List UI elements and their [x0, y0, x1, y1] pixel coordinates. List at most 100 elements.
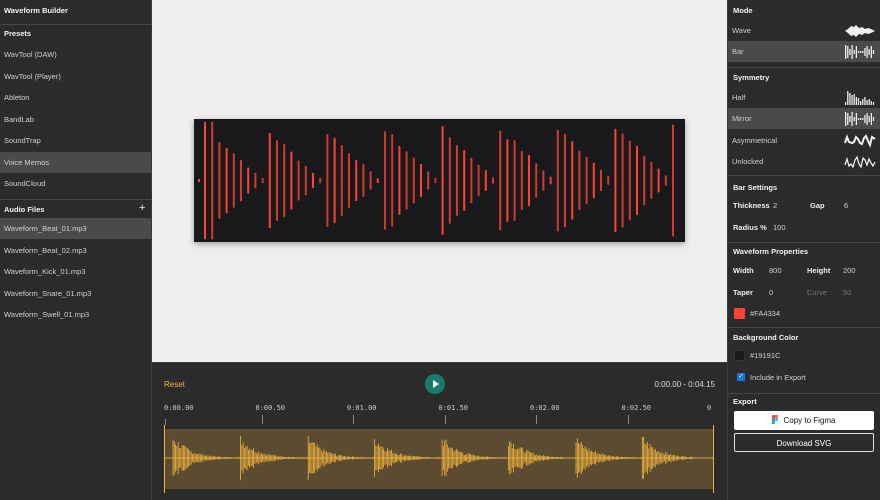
preset-item[interactable]: SoundTrap	[0, 130, 151, 151]
divider	[0, 24, 151, 25]
symmetry-half[interactable]: Half	[728, 87, 880, 108]
selection-start-handle[interactable]	[164, 425, 165, 493]
waveform-bar	[571, 141, 574, 220]
include-in-export-label: Include in Export	[750, 373, 806, 382]
preset-item[interactable]: WavTool (Player)	[0, 66, 151, 87]
background-color-value[interactable]: #19191C	[750, 351, 780, 360]
divider	[728, 242, 880, 243]
waveform-bar	[261, 177, 264, 184]
waveform-bar	[218, 141, 221, 220]
preset-item[interactable]: WavTool (DAW)	[0, 44, 151, 65]
waveform-bar	[369, 171, 372, 190]
waveform-bar	[657, 168, 660, 193]
waveform-bar	[434, 177, 437, 184]
thickness-input[interactable]: 2	[773, 201, 777, 210]
timeline-tick-label: 0:01.00	[347, 404, 377, 412]
audio-file-item[interactable]: Waveform_Kick_01.mp3	[0, 261, 151, 282]
gap-label: Gap	[810, 201, 825, 210]
download-svg-button[interactable]: Download SVG	[734, 433, 874, 452]
waveform-bar	[348, 153, 350, 208]
waveform-bar	[398, 145, 401, 216]
background-color-swatch[interactable]	[734, 350, 745, 361]
waveform-bar	[405, 151, 408, 210]
audio-file-item[interactable]: Waveform_Snare_01.mp3	[0, 283, 151, 304]
waveform-bar	[664, 175, 667, 186]
height-input[interactable]: 200	[843, 266, 856, 275]
waveform-bar	[520, 150, 523, 211]
width-label: Width	[733, 266, 754, 275]
waveform-bar	[333, 137, 336, 224]
mode-wave[interactable]: Wave	[728, 20, 880, 41]
waveform-bar	[268, 132, 271, 229]
waveform-bar	[448, 137, 451, 224]
radius-label: Radius %	[733, 223, 767, 232]
waveform-bar	[232, 153, 235, 208]
waveform-bar	[650, 161, 653, 200]
waveform-bar	[427, 171, 430, 190]
include-in-export-checkbox[interactable]: ✓	[737, 373, 745, 381]
symmetry-unlocked[interactable]: Unlocked	[728, 151, 880, 172]
width-input[interactable]: 800	[769, 266, 782, 275]
waveform-bar	[204, 121, 206, 240]
waveform-bar	[506, 139, 509, 222]
audio-files-header: Audio Files	[4, 205, 45, 214]
background-color-header: Background Color	[733, 333, 799, 342]
curve-input: 50	[843, 288, 852, 297]
preset-item[interactable]: Voice Memos	[0, 151, 151, 173]
waveform-bar	[549, 176, 552, 185]
unlocked-icon	[844, 155, 876, 169]
preset-item[interactable]: BandLab	[0, 109, 151, 130]
waveform-bar	[283, 143, 286, 218]
left-sidebar: Waveform Builder Presets WavTool (DAW) Wa…	[0, 0, 152, 500]
waveform-color-value[interactable]: #FA4334	[750, 309, 780, 318]
waveform-color-swatch[interactable]	[734, 308, 745, 319]
symmetry-mirror[interactable]: Mirror	[728, 108, 880, 129]
figma-icon	[772, 415, 779, 424]
play-button[interactable]	[425, 374, 445, 394]
symmetry-asymmetrical[interactable]: Asymmetrical	[728, 130, 880, 151]
waveform-bar	[542, 170, 545, 191]
timeline-tick	[165, 419, 166, 425]
waveform-bar	[362, 163, 365, 198]
half-symmetry-icon	[845, 91, 875, 105]
waveform-bar	[578, 150, 581, 211]
timeline-waveform[interactable]	[165, 429, 714, 489]
timeline-tick	[444, 415, 446, 424]
timeline-waveform-graphic	[165, 435, 714, 481]
timeline-tick-label: 0:00.50	[255, 404, 286, 412]
waveform-bar	[355, 159, 358, 202]
selection-end-handle[interactable]	[713, 425, 714, 493]
divider	[0, 199, 151, 200]
waveform-bar	[319, 177, 322, 184]
waveform-bar	[535, 163, 538, 198]
audio-file-item[interactable]: Waveform_Beat_02.mp3	[0, 240, 151, 261]
waveform-bar	[556, 129, 559, 232]
waveform-bar	[592, 162, 595, 199]
taper-input[interactable]: 0	[769, 288, 773, 297]
bar-mode-icon	[845, 45, 875, 59]
preset-item[interactable]: Ableton	[0, 87, 151, 108]
waveform-bar	[211, 121, 214, 240]
export-header: Export	[733, 397, 757, 406]
reset-button[interactable]: Reset	[164, 380, 185, 389]
waveform-bar	[672, 124, 674, 237]
waveform-bar	[621, 133, 624, 228]
preset-item[interactable]: SoundCloud	[0, 173, 151, 194]
mode-bar[interactable]: Bar	[728, 41, 880, 62]
bar-settings-header: Bar Settings	[733, 183, 778, 192]
gap-input[interactable]: 6	[844, 201, 848, 210]
divider	[728, 67, 880, 68]
symmetry-half-label: Half	[732, 93, 746, 102]
radius-input[interactable]: 100	[773, 223, 786, 232]
audio-file-item[interactable]: Waveform_Beat_01.mp3	[0, 218, 151, 239]
waveform-bar	[290, 151, 293, 210]
timeline-tick-label: 0:00.00	[164, 404, 194, 412]
audio-file-item[interactable]: Waveform_Swell_01.mp3	[0, 304, 151, 325]
waveform-bar	[477, 164, 480, 197]
copy-to-figma-button[interactable]: Copy to Figma	[734, 411, 874, 430]
waveform-bar	[326, 134, 329, 227]
timeline-tick-label: 0	[707, 404, 712, 412]
waveform-bar	[628, 140, 631, 221]
timeline-tick	[627, 415, 629, 424]
add-file-button[interactable]: +	[139, 202, 145, 214]
